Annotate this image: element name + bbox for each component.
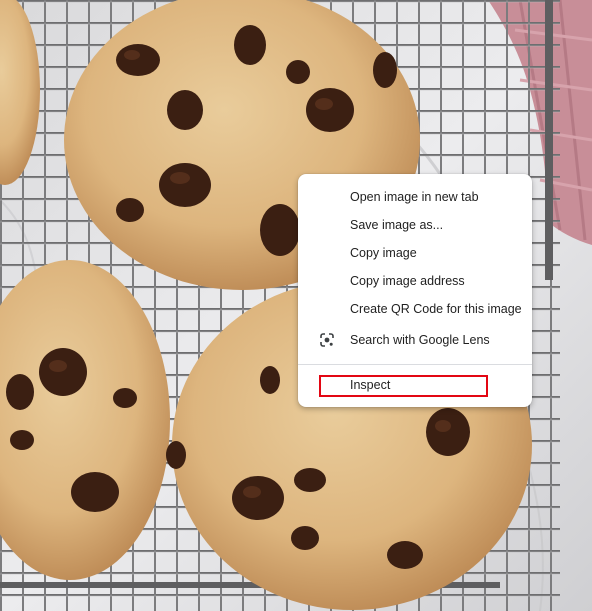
menu-separator	[298, 364, 532, 365]
menu-item-label: Create QR Code for this image	[350, 302, 522, 316]
menu-item-inspect[interactable]: Inspect	[298, 373, 532, 397]
menu-item-label: Save image as...	[350, 218, 444, 232]
menu-item-label: Copy image	[350, 246, 417, 260]
menu-item-open-image-new-tab[interactable]: Open image in new tab	[298, 183, 532, 211]
menu-item-create-qr-code[interactable]: Create QR Code for this image	[298, 295, 532, 323]
menu-item-label: Search with Google Lens	[350, 333, 490, 347]
menu-item-copy-image-address[interactable]: Copy image address	[298, 267, 532, 295]
menu-item-label: Copy image address	[350, 274, 465, 288]
menu-item-copy-image[interactable]: Copy image	[298, 239, 532, 267]
menu-item-save-image-as[interactable]: Save image as...	[298, 211, 532, 239]
google-lens-icon	[320, 333, 334, 347]
menu-item-label: Open image in new tab	[350, 190, 479, 204]
context-menu: Open image in new tab Save image as... C…	[298, 174, 532, 407]
menu-item-label: Inspect	[350, 378, 391, 392]
menu-item-search-google-lens[interactable]: Search with Google Lens	[298, 325, 532, 355]
